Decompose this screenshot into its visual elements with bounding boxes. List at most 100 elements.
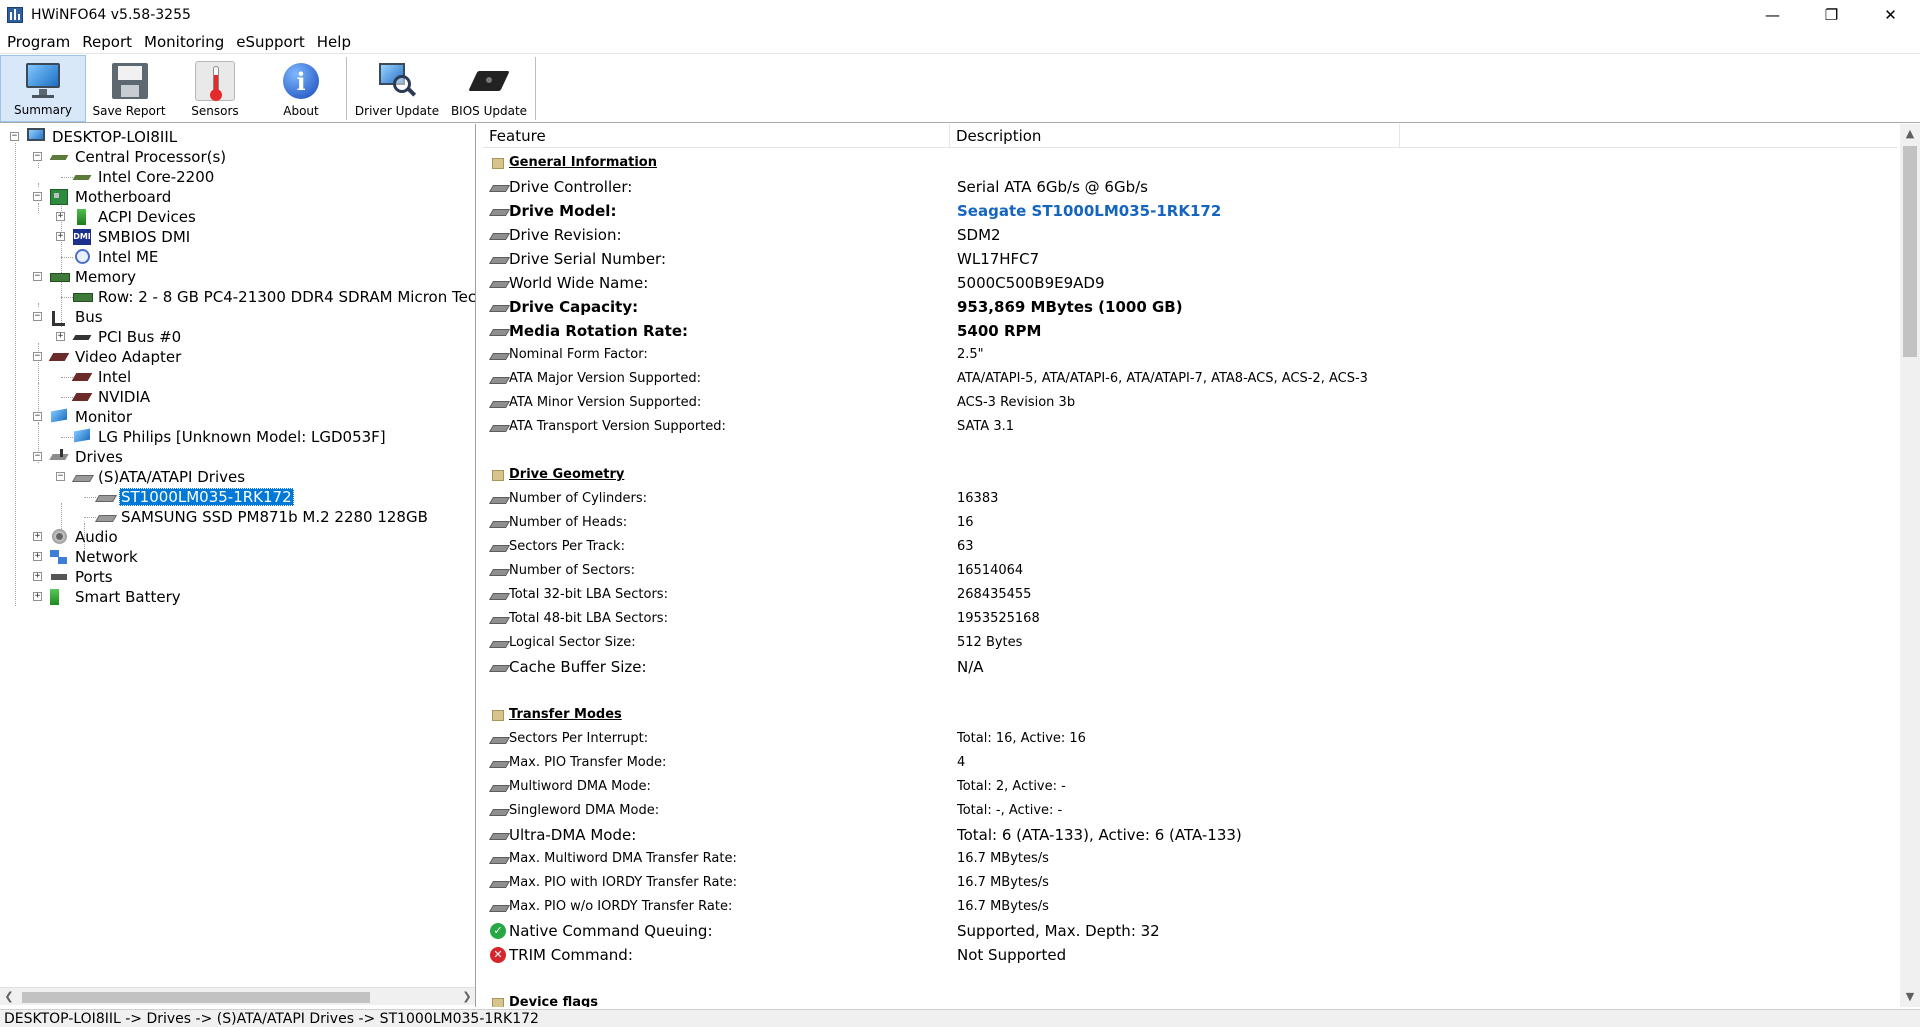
bios-update-button[interactable]: BIOS Update <box>445 55 533 122</box>
table-row[interactable]: Total 32-bit LBA Sectors: 268435455 <box>483 583 1898 607</box>
summary-button[interactable]: Summary <box>0 55 86 122</box>
scroll-left-icon[interactable]: ❮ <box>0 988 18 1006</box>
section-device-flags[interactable]: Device flags <box>483 991 1898 1007</box>
table-row[interactable]: Max. Multiword DMA Transfer Rate: 16.7 M… <box>483 847 1898 871</box>
table-row[interactable]: Drive Model: Seagate ST1000LM035-1RK172 <box>483 199 1898 223</box>
collapse-icon[interactable]: − <box>33 352 42 361</box>
section-general-information[interactable]: General Information <box>483 151 1898 175</box>
table-row[interactable]: ATA Major Version Supported: ATA/ATAPI-5… <box>483 367 1898 391</box>
expand-icon[interactable]: + <box>33 532 42 541</box>
drive-model-link[interactable]: Seagate ST1000LM035-1RK172 <box>957 199 1221 223</box>
driver-update-button[interactable]: Driver Update <box>349 55 445 122</box>
save-report-button[interactable]: Save Report <box>86 55 172 122</box>
menu-esupport[interactable]: eSupport <box>230 31 311 53</box>
menu-report[interactable]: Report <box>76 31 138 53</box>
section-transfer-modes[interactable]: Transfer Modes <box>483 703 1898 727</box>
minimize-button[interactable]: — <box>1743 0 1802 30</box>
table-row[interactable]: Max. PIO w/o IORDY Transfer Rate: 16.7 M… <box>483 895 1898 919</box>
detail-vertical-scrollbar[interactable]: ▲ ▼ <box>1900 124 1920 1007</box>
expand-icon[interactable]: + <box>33 592 42 601</box>
expand-icon[interactable]: + <box>33 552 42 561</box>
expand-icon[interactable]: + <box>56 232 65 241</box>
table-row[interactable]: World Wide Name: 5000C500B9E9AD9 <box>483 271 1898 295</box>
close-button[interactable]: ✕ <box>1861 0 1920 30</box>
table-row[interactable]: Sectors Per Interrupt: Total: 16, Active… <box>483 727 1898 751</box>
menu-help[interactable]: Help <box>311 31 357 53</box>
tree-node-video-intel[interactable]: Intel <box>0 367 475 387</box>
tree-node-memory-row[interactable]: Row: 2 - 8 GB PC4-21300 DDR4 SDRAM Micro… <box>0 287 475 307</box>
collapse-icon[interactable]: − <box>33 152 42 161</box>
tree-node-sata[interactable]: − (S)ATA/ATAPI Drives <box>0 467 475 487</box>
table-row[interactable]: ATA Minor Version Supported: ACS-3 Revis… <box>483 391 1898 415</box>
tree-horizontal-scrollbar[interactable]: ❮ ❯ <box>0 987 475 1006</box>
sensors-button[interactable]: Sensors <box>172 55 258 122</box>
collapse-icon[interactable]: − <box>33 312 42 321</box>
table-row[interactable]: Max. PIO with IORDY Transfer Rate: 16.7 … <box>483 871 1898 895</box>
collapse-icon[interactable]: − <box>33 452 42 461</box>
menu-bar: Program Report Monitoring eSupport Help <box>0 30 1920 54</box>
column-header-feature[interactable]: Feature <box>483 124 950 147</box>
table-row[interactable]: Ultra-DMA Mode: Total: 6 (ATA-133), Acti… <box>483 823 1898 847</box>
table-row[interactable]: Drive Capacity: 953,869 MBytes (1000 GB) <box>483 295 1898 319</box>
tree-node-intel-me[interactable]: Intel ME <box>0 247 475 267</box>
collapse-icon[interactable]: − <box>33 412 42 421</box>
tree-node-pci-bus[interactable]: + PCI Bus #0 <box>0 327 475 347</box>
about-button[interactable]: i About <box>258 55 344 122</box>
table-row[interactable]: Drive Revision: SDM2 <box>483 223 1898 247</box>
table-row[interactable]: Media Rotation Rate: 5400 RPM <box>483 319 1898 343</box>
table-row[interactable]: Sectors Per Track: 63 <box>483 535 1898 559</box>
expand-icon[interactable]: + <box>56 212 65 221</box>
table-row[interactable]: Drive Controller: Serial ATA 6Gb/s @ 6Gb… <box>483 175 1898 199</box>
tree-node-cpu[interactable]: − Central Processor(s) <box>0 147 475 167</box>
table-row[interactable]: Multiword DMA Mode: Total: 2, Active: - <box>483 775 1898 799</box>
menu-program[interactable]: Program <box>1 31 76 53</box>
tree-node-cpu-0[interactable]: Intel Core-2200 <box>0 167 475 187</box>
scroll-up-icon[interactable]: ▲ <box>1900 124 1920 144</box>
tree-node-monitor-0[interactable]: LG Philips [Unknown Model: LGD053F] <box>0 427 475 447</box>
section-drive-geometry[interactable]: Drive Geometry <box>483 463 1898 487</box>
table-row[interactable]: Drive Serial Number: WL17HFC7 <box>483 247 1898 271</box>
table-row[interactable]: Number of Cylinders: 16383 <box>483 487 1898 511</box>
tree-node-video-nvidia[interactable]: NVIDIA <box>0 387 475 407</box>
table-row[interactable]: Cache Buffer Size: N/A <box>483 655 1898 679</box>
tree-node-ports[interactable]: + Ports <box>0 567 475 587</box>
expand-icon[interactable]: + <box>33 572 42 581</box>
collapse-icon[interactable]: − <box>33 192 42 201</box>
tree-node-bus[interactable]: − Bus <box>0 307 475 327</box>
tree-node-drive-1[interactable]: SAMSUNG SSD PM871b M.2 2280 128GB <box>0 507 475 527</box>
tree-node-video[interactable]: − Video Adapter <box>0 347 475 367</box>
table-row[interactable]: ✓ Native Command Queuing: Supported, Max… <box>483 919 1898 943</box>
device-tree-pane[interactable]: − DESKTOP-LOI8IIL − Central Processor(s)… <box>0 124 476 1007</box>
tree-node-memory[interactable]: − Memory <box>0 267 475 287</box>
tree-node-monitor[interactable]: − Monitor <box>0 407 475 427</box>
table-row[interactable]: ✕ TRIM Command: Not Supported <box>483 943 1898 967</box>
tree-node-audio[interactable]: + Audio <box>0 527 475 547</box>
collapse-icon[interactable]: − <box>33 272 42 281</box>
tree-node-motherboard[interactable]: − Motherboard <box>0 187 475 207</box>
table-row[interactable]: Number of Sectors: 16514064 <box>483 559 1898 583</box>
scroll-down-icon[interactable]: ▼ <box>1900 987 1920 1007</box>
tree-node-battery[interactable]: + Smart Battery <box>0 587 475 607</box>
tree-node-computer[interactable]: − DESKTOP-LOI8IIL <box>0 127 475 147</box>
table-row[interactable]: Singleword DMA Mode: Total: -, Active: - <box>483 799 1898 823</box>
table-row[interactable]: Total 48-bit LBA Sectors: 1953525168 <box>483 607 1898 631</box>
expand-icon[interactable]: + <box>56 332 65 341</box>
tree-node-drive-0[interactable]: ST1000LM035-1RK172 <box>0 487 475 507</box>
tree-node-acpi[interactable]: + ACPI Devices <box>0 207 475 227</box>
maximize-button[interactable]: ❐ <box>1802 0 1861 30</box>
table-row[interactable]: Nominal Form Factor: 2.5" <box>483 343 1898 367</box>
table-row[interactable]: Logical Sector Size: 512 Bytes <box>483 631 1898 655</box>
menu-monitoring[interactable]: Monitoring <box>138 31 230 53</box>
column-header-description[interactable]: Description <box>950 124 1400 147</box>
scroll-right-icon[interactable]: ❯ <box>458 988 475 1006</box>
tree-node-smbios[interactable]: + DMI SMBIOS DMI <box>0 227 475 247</box>
table-row[interactable]: Max. PIO Transfer Mode: 4 <box>483 751 1898 775</box>
scrollbar-thumb[interactable] <box>1903 146 1917 357</box>
tree-node-network[interactable]: + Network <box>0 547 475 567</box>
table-row[interactable]: ATA Transport Version Supported: SATA 3.… <box>483 415 1898 439</box>
scrollbar-thumb[interactable] <box>22 992 370 1003</box>
table-row[interactable]: Number of Heads: 16 <box>483 511 1898 535</box>
collapse-icon[interactable]: − <box>10 132 19 141</box>
collapse-icon[interactable]: − <box>56 472 65 481</box>
tree-node-drives[interactable]: − Drives <box>0 447 475 467</box>
